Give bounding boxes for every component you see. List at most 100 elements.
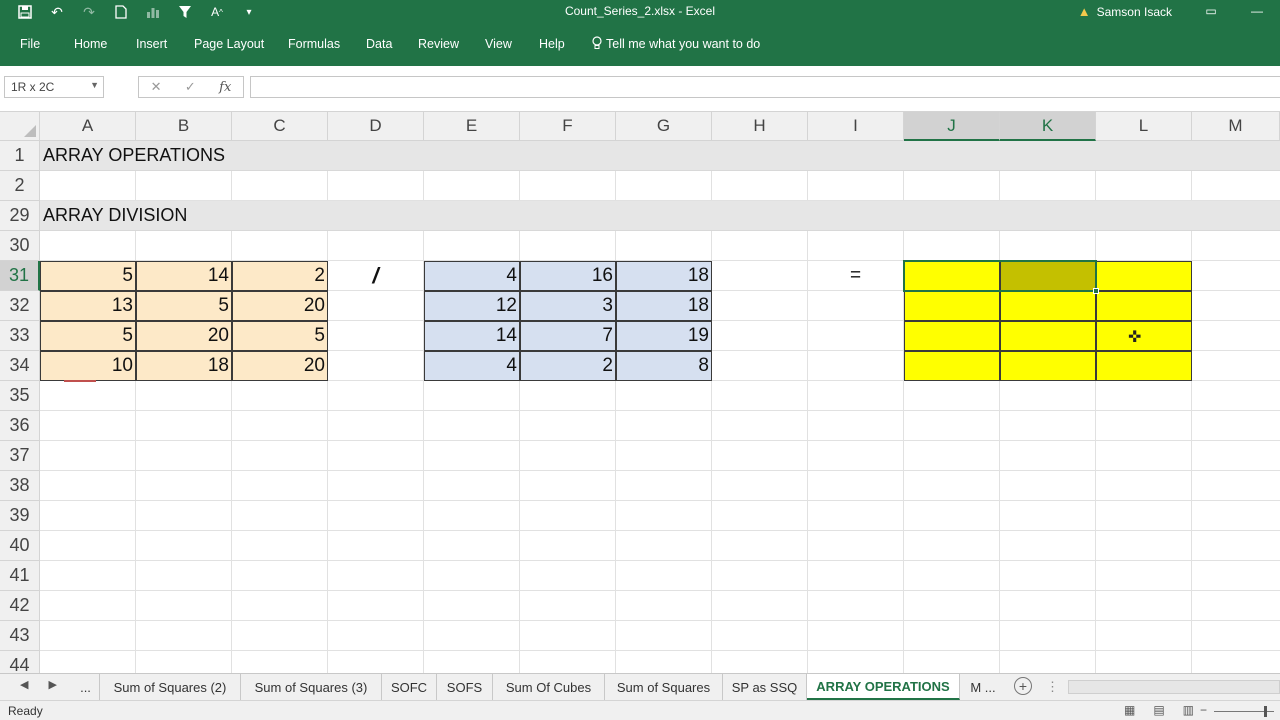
ribbon-display-icon[interactable]: ▭ [1188,0,1234,22]
column-header-k[interactable]: K [1000,112,1096,141]
name-box[interactable]: 1R x 2C ▼ [4,76,104,98]
sheet-tab-more[interactable]: ... [72,674,100,700]
matrix-b-cell[interactable]: 16 [520,261,616,291]
tab-view[interactable]: View [485,37,512,51]
row-header[interactable]: 1 [0,141,40,171]
matrix-b-cell[interactable]: 3 [520,291,616,321]
sheet-tab[interactable]: M ... [960,674,1006,700]
matrix-a-cell[interactable]: 20 [232,291,328,321]
row-header[interactable]: 38 [0,471,40,501]
scroll-right-icon[interactable]: ▶ [48,678,56,691]
formula-input[interactable] [250,76,1280,98]
column-header-i[interactable]: I [808,112,904,141]
matrix-b-cell[interactable]: 12 [424,291,520,321]
result-cell[interactable] [904,321,1000,351]
column-header-d[interactable]: D [328,112,424,141]
column-header-e[interactable]: E [424,112,520,141]
scroll-left-icon[interactable]: ◀ [20,678,28,691]
column-header-g[interactable]: G [616,112,712,141]
result-cell[interactable] [1096,321,1192,351]
result-cell[interactable] [904,261,1000,291]
tab-review[interactable]: Review [418,37,459,51]
row-header[interactable]: 33 [0,321,40,351]
column-header-f[interactable]: F [520,112,616,141]
matrix-a-cell[interactable]: 18 [136,351,232,381]
insert-function-icon[interactable]: fx [219,80,231,95]
zoom-thumb[interactable] [1264,706,1267,717]
heading-array-operations[interactable]: ARRAY OPERATIONS [40,141,1280,171]
row-header[interactable]: 29 [0,201,40,231]
horizontal-scrollbar[interactable] [1068,680,1280,694]
matrix-a-cell[interactable]: 5 [136,291,232,321]
cancel-icon[interactable]: ✕ [151,79,162,95]
matrix-b-cell[interactable]: 4 [424,351,520,381]
matrix-a-cell[interactable]: 20 [232,351,328,381]
result-cell[interactable] [1000,291,1096,321]
row-header[interactable]: 2 [0,171,40,201]
tab-insert[interactable]: Insert [136,37,167,51]
row-header[interactable]: 30 [0,231,40,261]
row-header[interactable]: 39 [0,501,40,531]
tab-formulas[interactable]: Formulas [288,37,340,51]
tab-help[interactable]: Help [539,37,565,51]
column-header-m[interactable]: M [1192,112,1280,141]
sheet-tab[interactable]: SP as SSQ [723,674,807,700]
matrix-a-cell[interactable]: 13 [40,291,136,321]
row-header[interactable]: 43 [0,621,40,651]
matrix-a-cell[interactable]: 5 [232,321,328,351]
column-header-h[interactable]: H [712,112,808,141]
matrix-b-cell[interactable]: 19 [616,321,712,351]
row-header[interactable]: 37 [0,441,40,471]
row-header[interactable]: 36 [0,411,40,441]
row-header[interactable]: 31 [0,261,40,291]
matrix-a-cell[interactable]: 2 [232,261,328,291]
page-break-view-icon[interactable]: ▥ [1183,703,1194,717]
result-cell[interactable] [904,291,1000,321]
matrix-a-cell[interactable]: 20 [136,321,232,351]
matrix-b-cell[interactable]: 4 [424,261,520,291]
result-cell[interactable] [1096,351,1192,381]
column-header-j[interactable]: J [904,112,1000,141]
matrix-b-cell[interactable]: 18 [616,291,712,321]
result-cell[interactable] [1000,351,1096,381]
tell-me-search[interactable]: Tell me what you want to do [592,35,760,53]
result-cell[interactable] [1000,321,1096,351]
result-cell[interactable] [1096,261,1192,291]
sheet-tab[interactable]: Sum of Squares (2) [100,674,241,700]
row-header[interactable]: 41 [0,561,40,591]
matrix-a-cell[interactable]: 5 [40,261,136,291]
column-header-b[interactable]: B [136,112,232,141]
equals-sign[interactable]: = [808,261,904,291]
heading-array-division[interactable]: ARRAY DIVISION [40,201,1280,231]
user-account[interactable]: ▲ Samson Isack [1078,4,1172,19]
matrix-b-cell[interactable]: 8 [616,351,712,381]
page-layout-view-icon[interactable]: ▤ [1153,703,1164,717]
split-handle-icon[interactable]: ⋮ [1046,679,1059,695]
tab-data[interactable]: Data [366,37,392,51]
select-all-button[interactable] [0,112,40,141]
sheet-tab[interactable]: SOFC [382,674,437,700]
zoom-out-icon[interactable]: − [1200,703,1207,717]
sheet-tab[interactable]: Sum of Squares (3) [241,674,382,700]
column-header-l[interactable]: L [1096,112,1192,141]
row-header[interactable]: 40 [0,531,40,561]
worksheet-grid[interactable]: A B C D E F G H I J K L M 1 2 29 30 31 3… [0,112,1280,673]
add-sheet-icon[interactable]: + [1014,677,1032,695]
row-header[interactable]: 32 [0,291,40,321]
enter-icon[interactable]: ✓ [185,79,196,95]
tab-home[interactable]: Home [74,37,107,51]
tab-file[interactable]: File [20,37,40,51]
matrix-a-cell[interactable]: 14 [136,261,232,291]
sheet-tab[interactable]: SOFS [437,674,493,700]
sheet-tab-active[interactable]: ARRAY OPERATIONS [807,674,960,700]
division-operator[interactable]: / [328,261,424,291]
sheet-tab[interactable]: Sum of Squares [605,674,723,700]
row-header[interactable]: 35 [0,381,40,411]
matrix-b-cell[interactable]: 2 [520,351,616,381]
normal-view-icon[interactable]: ▦ [1124,703,1135,717]
minimize-icon[interactable]: — [1234,0,1280,22]
sheet-tab[interactable]: Sum Of Cubes [493,674,605,700]
matrix-a-cell[interactable]: 10 [40,351,136,381]
row-header[interactable]: 44 [0,651,40,673]
column-header-c[interactable]: C [232,112,328,141]
